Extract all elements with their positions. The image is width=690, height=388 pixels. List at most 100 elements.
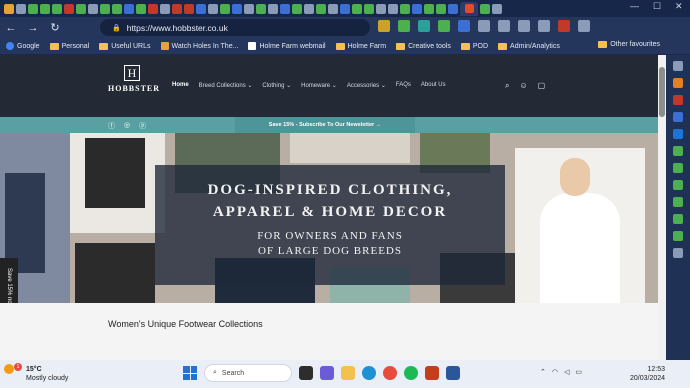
- nav-homeware[interactable]: Homeware ⌄: [301, 82, 337, 89]
- tab-icon[interactable]: [124, 3, 134, 14]
- tab-icon[interactable]: [448, 3, 458, 14]
- spotify-icon[interactable]: [404, 366, 418, 380]
- shopping-icon[interactable]: [673, 95, 683, 105]
- pinterest-icon[interactable]: ⓟ: [139, 121, 146, 131]
- tab-icon[interactable]: [160, 3, 170, 14]
- tab-icon[interactable]: [340, 3, 350, 14]
- close-button[interactable]: ✕: [675, 1, 683, 12]
- edge-icon[interactable]: [362, 366, 376, 380]
- tab-icon[interactable]: [280, 3, 290, 14]
- other-favourites[interactable]: Other favourites: [598, 41, 660, 48]
- back-icon[interactable]: ←: [0, 22, 22, 34]
- tab-icon[interactable]: [208, 3, 218, 14]
- tab-icon[interactable]: [400, 3, 410, 14]
- refresh-icon[interactable]: ↻: [44, 21, 66, 34]
- tab-icon[interactable]: [232, 3, 242, 14]
- bookmark-useful-urls[interactable]: Useful URLs: [99, 42, 151, 50]
- powerpoint-icon[interactable]: [425, 366, 439, 380]
- extension-icon[interactable]: [478, 20, 490, 32]
- favorites-icon[interactable]: [518, 20, 530, 32]
- tab-icon[interactable]: [480, 3, 490, 14]
- tab-icon[interactable]: [100, 3, 110, 14]
- tab-icon[interactable]: [492, 3, 502, 14]
- nav-home[interactable]: Home: [172, 82, 189, 89]
- bookmark-admin-analytics[interactable]: Admin/Analytics: [498, 42, 560, 50]
- cart-icon[interactable]: ▢: [538, 81, 546, 91]
- bookmark-watch-holes[interactable]: Watch Holes In The...: [160, 42, 238, 50]
- extension-icon[interactable]: [673, 180, 683, 190]
- tab-icon[interactable]: [64, 3, 74, 14]
- bookmark-personal[interactable]: Personal: [49, 42, 89, 50]
- bookmark-google[interactable]: Google: [6, 42, 40, 50]
- games-icon[interactable]: [673, 112, 683, 122]
- facebook-icon[interactable]: ⓕ: [108, 121, 115, 131]
- tab-icon[interactable]: [316, 3, 326, 14]
- tab-icon[interactable]: [40, 3, 50, 14]
- tab-icon[interactable]: [292, 3, 302, 14]
- tab-icon[interactable]: [304, 3, 314, 14]
- profile-icon[interactable]: [558, 20, 570, 32]
- tab-icon[interactable]: [76, 3, 86, 14]
- weather-widget[interactable]: 15°C Mostly cloudy: [26, 365, 68, 383]
- bookmark-holme-farm[interactable]: Holme Farm: [335, 42, 386, 50]
- collections-icon[interactable]: [538, 20, 550, 32]
- tab-icon[interactable]: [244, 3, 254, 14]
- nav-faqs[interactable]: FAQs: [396, 82, 411, 89]
- extension-icon[interactable]: [673, 163, 683, 173]
- bookmark-holme-webmail[interactable]: Holme Farm webmail: [248, 42, 326, 50]
- tools-icon[interactable]: [673, 78, 683, 88]
- instagram-icon[interactable]: ◎: [124, 121, 130, 131]
- minimize-button[interactable]: —: [630, 1, 639, 11]
- tab-icon[interactable]: [4, 3, 14, 14]
- tab-icon[interactable]: [424, 3, 434, 14]
- forward-icon[interactable]: →: [22, 22, 44, 34]
- extension-icon[interactable]: [458, 20, 470, 32]
- tab-icon[interactable]: [88, 3, 98, 14]
- word-icon[interactable]: [446, 366, 460, 380]
- tab-icon[interactable]: [112, 3, 122, 14]
- extension-icon[interactable]: [673, 197, 683, 207]
- search-icon[interactable]: [673, 61, 683, 71]
- extension-icon[interactable]: [378, 20, 390, 32]
- chevron-up-icon[interactable]: ⌃: [540, 368, 546, 376]
- tab-icon[interactable]: [436, 3, 446, 14]
- extension-icon[interactable]: [673, 214, 683, 224]
- extension-icon[interactable]: [673, 231, 683, 241]
- extension-icon[interactable]: [438, 20, 450, 32]
- extension-icon[interactable]: [398, 20, 410, 32]
- volume-icon[interactable]: ◁: [564, 368, 569, 376]
- download-icon[interactable]: [498, 20, 510, 32]
- tab-icon[interactable]: [364, 3, 374, 14]
- tab-icon[interactable]: [136, 3, 146, 14]
- task-view-icon[interactable]: [299, 366, 313, 380]
- outlook-icon[interactable]: [673, 129, 683, 139]
- search-icon[interactable]: ⌕: [505, 81, 509, 91]
- maximize-button[interactable]: ☐: [653, 1, 661, 12]
- file-explorer-icon[interactable]: [341, 366, 355, 380]
- bookmark-creative-tools[interactable]: Creative tools: [396, 42, 451, 50]
- tab-icon[interactable]: [196, 3, 206, 14]
- start-button[interactable]: [183, 366, 197, 380]
- page-scrollbar[interactable]: [658, 55, 666, 360]
- extension-icon[interactable]: [673, 146, 683, 156]
- tab-icon[interactable]: [352, 3, 362, 14]
- taskbar-search[interactable]: ⌕ Search: [204, 364, 292, 382]
- chrome-icon[interactable]: [383, 366, 397, 380]
- account-icon[interactable]: ☺: [519, 81, 527, 91]
- site-logo[interactable]: H HOBBSTER: [108, 65, 159, 101]
- tab-icon[interactable]: [328, 3, 338, 14]
- nav-accessories[interactable]: Accessories ⌄: [347, 82, 386, 89]
- url-field[interactable]: 🔒 https://www.hobbster.co.uk: [100, 19, 370, 36]
- discount-side-tab[interactable]: Save 15% now: [0, 258, 18, 303]
- add-icon[interactable]: [673, 248, 683, 258]
- newsletter-link[interactable]: Save 15% - Subscribe To Our Newsletter →: [235, 117, 415, 133]
- scrollbar-thumb[interactable]: [659, 67, 665, 117]
- tab-icon[interactable]: [16, 3, 26, 14]
- clock[interactable]: 12:53 20/03/2024: [630, 365, 665, 383]
- tab-icon[interactable]: [412, 3, 422, 14]
- extension-icon[interactable]: [418, 20, 430, 32]
- weather-icon[interactable]: [4, 364, 14, 374]
- wifi-icon[interactable]: ◠: [552, 368, 558, 376]
- tab-icon[interactable]: [28, 3, 38, 14]
- tab-icon[interactable]: [220, 3, 230, 14]
